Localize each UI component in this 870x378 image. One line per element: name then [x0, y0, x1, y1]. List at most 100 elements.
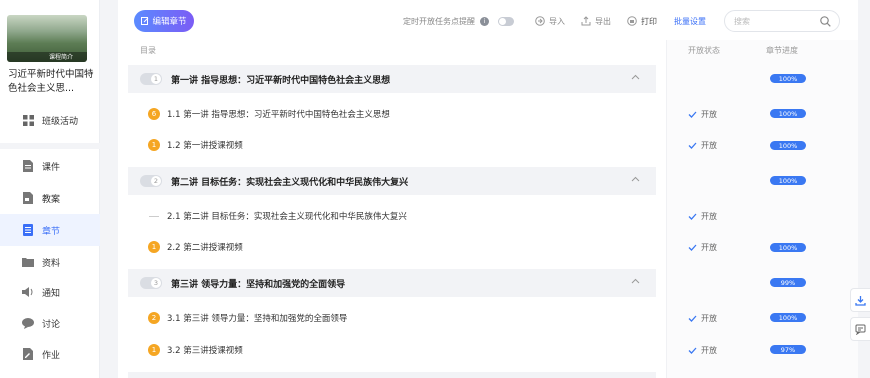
chapter-row[interactable]: 3 第三讲 领导力量：坚持和加强党的全面领导: [128, 269, 656, 297]
task-count-badge: 1: [148, 241, 160, 253]
chapter-index: 1: [151, 74, 161, 84]
check-icon: [688, 244, 697, 251]
homework-icon: [22, 348, 34, 360]
batch-settings-label: 批量设置: [674, 16, 706, 26]
chapter-toggle[interactable]: 3: [140, 277, 162, 289]
status-column-background: [666, 40, 858, 378]
folder-icon: [22, 256, 34, 268]
batch-settings-link[interactable]: 批量设置: [674, 11, 706, 31]
sidebar-item-homework[interactable]: 作业: [0, 338, 100, 370]
edit-chapters-label: 编辑章节: [152, 16, 187, 26]
chapter-title: 第二讲 目标任务：实现社会主义现代化和中华民族伟大复兴: [171, 177, 409, 188]
sidebar-item-chapters[interactable]: 章节: [0, 214, 100, 246]
chapter-list-icon: [22, 224, 34, 236]
chapter-toggle[interactable]: 2: [140, 175, 162, 187]
check-icon: [688, 347, 697, 354]
chapter-row[interactable]: 1 第一讲 指导思想：习近平新时代中国特色社会主义思想: [128, 65, 656, 93]
chapter-toggle[interactable]: 1: [140, 73, 162, 85]
import-label: 导入: [549, 16, 565, 26]
chapter-title: 第三讲 领导力量：坚持和加强党的全面领导: [171, 279, 346, 290]
feedback-icon: [855, 324, 866, 335]
chapter-title: 第一讲 指导思想：习近平新时代中国特色社会主义思想: [171, 75, 391, 86]
search-input[interactable]: 搜索: [724, 10, 840, 32]
check-icon: [688, 142, 697, 149]
export-icon: [581, 16, 591, 26]
lesson-status[interactable]: 开放: [688, 211, 717, 222]
lesson-status-label: 开放: [701, 346, 717, 355]
lesson-title: 1.2 第一讲授课视频: [167, 141, 243, 151]
lesson-row[interactable]: 2.1 第二讲 目标任务：实现社会主义现代化和中华民族伟大复兴: [128, 200, 656, 232]
chevron-up-icon[interactable]: [631, 74, 640, 80]
sidebar-item-notice[interactable]: 通知: [0, 276, 100, 308]
feedback-button[interactable]: [850, 317, 870, 341]
lesson-progress-bar: 100%: [770, 243, 806, 252]
sidebar: 课程简介 习近平新时代中国特色社会主义思... 班级活动 课件 教案 章节 资料…: [0, 0, 100, 378]
sidebar-item-lesson-plan[interactable]: 教案: [0, 182, 100, 214]
lesson-row[interactable]: 6 1.1 第一讲 指导思想：习近平新时代中国特色社会主义思想: [128, 98, 656, 130]
edit-icon: [141, 17, 149, 25]
print-icon: [627, 16, 637, 26]
lesson-status-label: 开放: [701, 212, 717, 221]
check-icon: [688, 315, 697, 322]
lesson-status-label: 开放: [701, 243, 717, 252]
chapter-index: 2: [151, 176, 161, 186]
timed-open-reminder: 定时开放任务点提醒 i: [403, 11, 514, 31]
info-icon[interactable]: i: [480, 16, 489, 26]
lesson-progress-bar: 100%: [770, 313, 806, 322]
lesson-plan-icon: [22, 192, 34, 204]
course-title[interactable]: 习近平新时代中国特色社会主义思...: [8, 68, 94, 96]
lesson-progress-bar: 100%: [770, 141, 806, 150]
chapter-progress-bar: 99%: [770, 278, 806, 287]
import-button[interactable]: 导入: [535, 11, 565, 31]
sidebar-item-activity[interactable]: 班级活动: [0, 104, 100, 136]
chapter-progress-bar: 100%: [770, 176, 806, 185]
sidebar-item-discussion[interactable]: 讨论: [0, 307, 100, 339]
sidebar-item-label: 资料: [42, 258, 61, 269]
task-count-badge: 1: [148, 344, 160, 356]
check-icon: [688, 213, 697, 220]
toc-column-header: 目录: [140, 46, 156, 55]
speaker-icon: [22, 286, 34, 298]
lesson-title: 1.1 第一讲 指导思想：习近平新时代中国特色社会主义思想: [167, 110, 390, 120]
lesson-status-label: 开放: [701, 141, 717, 150]
lesson-row[interactable]: 1 1.2 第一讲授课视频: [128, 129, 656, 161]
lesson-title: 3.1 第三讲 领导力量：坚持和加强党的全面领导: [167, 314, 348, 324]
chat-bubble-icon: [22, 317, 34, 329]
lesson-row[interactable]: 1 3.2 第三讲授课视频: [128, 334, 656, 366]
chapter-row[interactable]: 2 第二讲 目标任务：实现社会主义现代化和中华民族伟大复兴: [128, 167, 656, 195]
chapter-index: 3: [151, 278, 161, 288]
timed-open-label: 定时开放任务点提醒: [403, 16, 475, 26]
lesson-status[interactable]: 开放: [688, 313, 717, 324]
progress-column-header: 章节进度: [766, 46, 798, 55]
lesson-status[interactable]: 开放: [688, 109, 717, 120]
cover-strip: [7, 52, 87, 62]
cover-label: 课程简介: [48, 54, 73, 61]
timed-open-toggle[interactable]: [498, 16, 514, 26]
download-button[interactable]: [850, 288, 870, 312]
lesson-status[interactable]: 开放: [688, 140, 717, 151]
check-icon: [688, 111, 697, 118]
sidebar-item-label: 通知: [42, 288, 61, 299]
export-button[interactable]: 导出: [581, 11, 611, 31]
chevron-up-icon[interactable]: [631, 176, 640, 182]
lesson-row[interactable]: 2 3.1 第三讲 领导力量：坚持和加强党的全面领导: [128, 302, 656, 334]
sidebar-item-label: 讨论: [42, 319, 61, 330]
task-count-badge: 6: [148, 108, 160, 120]
print-button[interactable]: 打印: [627, 11, 657, 31]
lesson-status[interactable]: 开放: [688, 345, 717, 356]
document-icon: [22, 160, 34, 172]
lesson-title: 2.2 第二讲授课视频: [167, 243, 243, 253]
sidebar-item-label: 课件: [42, 162, 61, 173]
edit-chapters-button[interactable]: 编辑章节: [134, 10, 194, 32]
lesson-row[interactable]: 1 2.2 第二讲授课视频: [128, 231, 656, 263]
print-label: 打印: [641, 16, 657, 26]
lesson-title: 2.1 第二讲 目标任务：实现社会主义现代化和中华民族伟大复兴: [167, 212, 407, 222]
sidebar-item-materials[interactable]: 资料: [0, 246, 100, 278]
course-cover-image[interactable]: 课程简介: [7, 15, 87, 62]
grid-icon: [22, 114, 34, 126]
chevron-up-icon[interactable]: [631, 278, 640, 284]
search-icon[interactable]: [820, 16, 831, 27]
chapter-panel: 编辑章节 定时开放任务点提醒 i 导入 导出 打印 批量设置 搜索 目录 开放状…: [118, 0, 858, 378]
lesson-status[interactable]: 开放: [688, 242, 717, 253]
sidebar-item-courseware[interactable]: 课件: [0, 150, 100, 182]
